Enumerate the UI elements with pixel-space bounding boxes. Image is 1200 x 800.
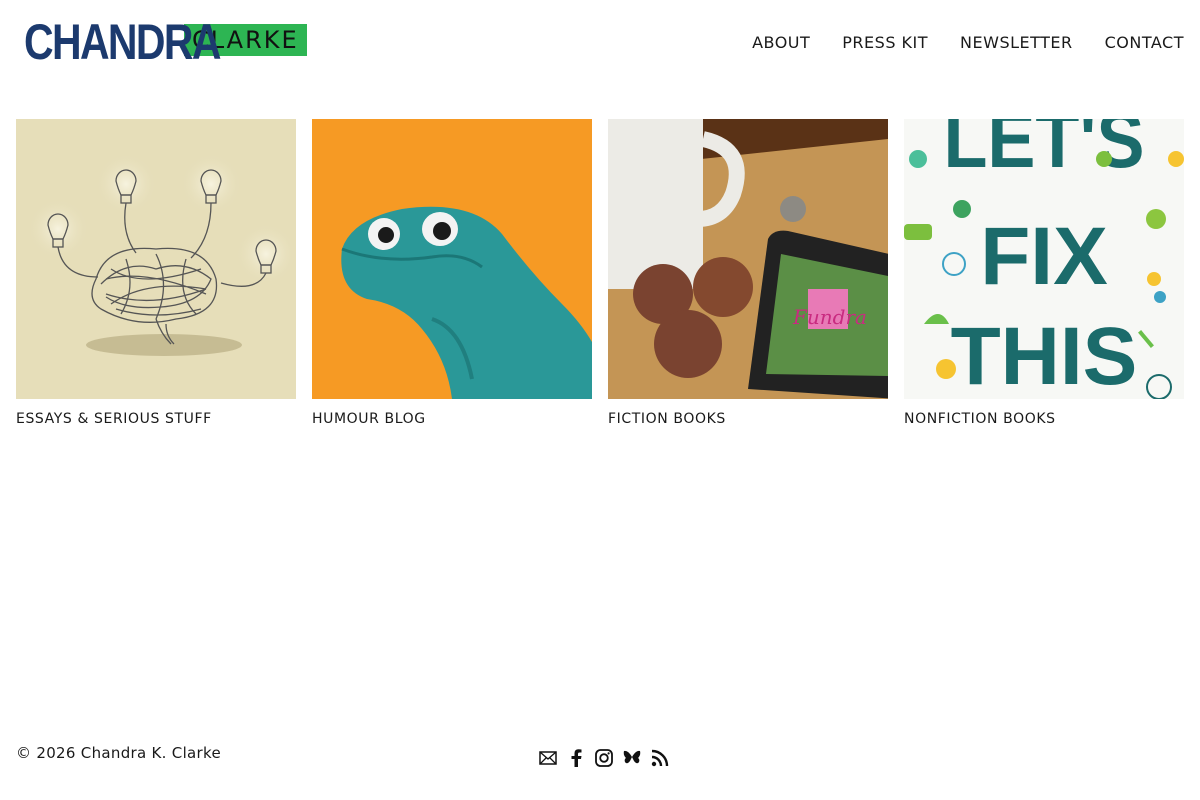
svg-text:Fundra: Fundra <box>792 305 867 329</box>
logo-first-name: CHANDRA <box>24 14 221 70</box>
cover-title-line1: LET'S <box>943 119 1144 185</box>
instagram-icon[interactable] <box>594 748 614 768</box>
lets-fix-this-cover-image[interactable]: LET'S FIX THIS <box>904 119 1184 399</box>
coffee-muffins-ereader-image[interactable]: Fundra <box>608 119 888 399</box>
facebook-icon[interactable] <box>566 748 586 768</box>
main-nav: ABOUT PRESS KIT NEWSLETTER CONTACT <box>752 32 1184 54</box>
sock-puppet-image[interactable] <box>312 119 592 399</box>
svg-text:THIS: THIS <box>951 311 1138 399</box>
tile-humour[interactable]: HUMOUR BLOG <box>312 119 592 429</box>
nav-contact[interactable]: CONTACT <box>1105 32 1184 54</box>
tile-label[interactable]: ESSAYS & SERIOUS STUFF <box>16 409 296 429</box>
email-icon[interactable] <box>538 748 558 768</box>
nav-newsletter[interactable]: NEWSLETTER <box>960 32 1073 54</box>
tile-nonfiction[interactable]: LET'S FIX THIS NONFICTION BOOKS <box>904 119 1184 429</box>
site-logo[interactable]: CHANDRA CLARKE <box>24 16 307 68</box>
brain-lightbulbs-image[interactable] <box>16 119 296 399</box>
social-links <box>538 748 670 768</box>
tile-label[interactable]: FICTION BOOKS <box>608 409 888 429</box>
category-tiles: ESSAYS & SERIOUS STUFF HUMOUR BLOG Fundr… <box>16 119 1184 429</box>
tile-label[interactable]: NONFICTION BOOKS <box>904 409 1184 429</box>
tile-label[interactable]: HUMOUR BLOG <box>312 409 592 429</box>
bluesky-icon[interactable] <box>622 748 642 768</box>
tile-fiction[interactable]: Fundra FICTION BOOKS <box>608 119 888 429</box>
nav-about[interactable]: ABOUT <box>752 32 810 54</box>
svg-text:FIX: FIX <box>980 211 1108 302</box>
tile-essays[interactable]: ESSAYS & SERIOUS STUFF <box>16 119 296 429</box>
copyright-text: © 2026 Chandra K. Clarke <box>16 744 221 762</box>
nav-press-kit[interactable]: PRESS KIT <box>842 32 928 54</box>
rss-icon[interactable] <box>650 748 670 768</box>
